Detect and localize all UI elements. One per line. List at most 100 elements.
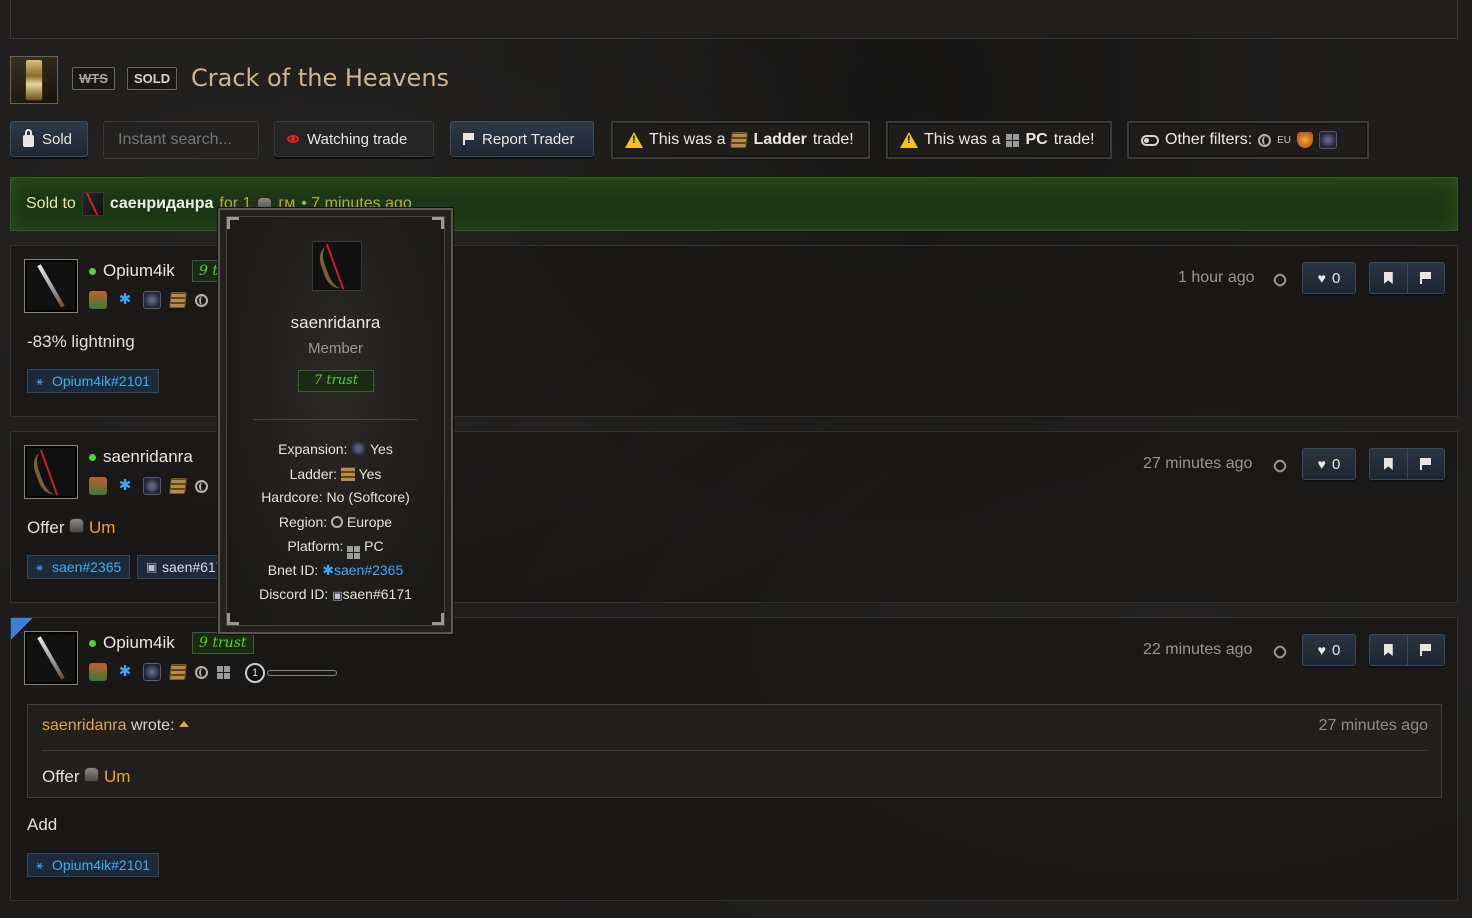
bnet-contact[interactable]: Opium4ik#2101 (27, 853, 160, 877)
post-username[interactable]: Opium4ik (103, 261, 175, 281)
post-tools (1369, 634, 1445, 666)
buyer-name[interactable]: саенриданра (110, 195, 214, 213)
discord-icon: ▣ (332, 590, 343, 602)
report-post-button[interactable] (1408, 635, 1445, 665)
tooltip-corner (432, 613, 444, 625)
globe-icon (195, 665, 208, 679)
ladder-notice-strong: Ladder (753, 131, 807, 148)
post-username[interactable]: Opium4ik (103, 633, 175, 653)
rune-icon (84, 767, 100, 782)
avatar[interactable] (24, 259, 78, 313)
character-icon (89, 477, 107, 495)
eye-icon (287, 135, 299, 143)
bookmark-button[interactable] (1370, 449, 1408, 479)
heart-icon: ♥ (1317, 642, 1326, 658)
tooltip-row-hardcore: Hardcore: No (Softcore) (220, 489, 451, 505)
tooltip-row-value: No (Softcore) (326, 489, 410, 505)
search-input[interactable] (103, 121, 259, 159)
rating-slider-knob[interactable]: 1 (245, 663, 265, 683)
like-button[interactable]: ♥ 0 (1302, 262, 1356, 294)
post-body: Add (27, 815, 58, 834)
report-trader-button[interactable]: Report Trader (450, 121, 594, 157)
other-filters-label: Other filters: (1165, 131, 1253, 148)
expansion-icon (143, 663, 161, 681)
battlenet-icon: ✱ (322, 562, 334, 578)
tooltip-row-expansion: Expansion: Yes (220, 441, 451, 457)
avatar[interactable] (24, 631, 78, 685)
like-button[interactable]: ♥ 0 (1302, 634, 1356, 666)
caret-up-icon[interactable] (178, 721, 189, 727)
quote-author[interactable]: saenridanra (42, 717, 127, 734)
like-count: 0 (1331, 641, 1341, 659)
bookmark-button[interactable] (1370, 635, 1408, 665)
online-indicator (89, 640, 96, 647)
post-body: -83% lightning (27, 332, 135, 351)
battlenet-icon: ✱ (118, 663, 132, 680)
like-count: 0 (1331, 269, 1341, 287)
pc-notice-post: trade! (1053, 131, 1095, 148)
ladder-icon (730, 132, 749, 148)
quote-block: saenridanra wrote: 27 minutes ago Offer … (27, 704, 1442, 798)
offer-item[interactable]: Um (89, 518, 115, 537)
link-icon[interactable] (1271, 271, 1289, 289)
report-post-button[interactable] (1408, 449, 1445, 479)
like-button[interactable]: ♥ 0 (1302, 448, 1356, 480)
tooltip-divider (254, 419, 417, 420)
user-badges: ✱ (89, 663, 230, 681)
tooltip-corner (227, 613, 239, 625)
sold-button[interactable]: Sold (10, 121, 88, 157)
ladder-icon (169, 292, 187, 308)
tooltip-row-label: Region: (278, 514, 328, 530)
battlenet-icon: ✱ (118, 477, 132, 494)
quote-divider (42, 750, 1427, 751)
watching-trade-button[interactable]: Watching trade (274, 121, 434, 157)
bnet-contact[interactable]: Opium4ik#2101 (27, 369, 160, 393)
post-username[interactable]: saenridanra (103, 447, 193, 467)
avatar[interactable] (24, 445, 78, 499)
flag-icon (1420, 644, 1432, 656)
pc-notice: This was a PC trade! (886, 121, 1112, 159)
bookmark-button[interactable] (1370, 263, 1408, 293)
item-thumbnail (10, 56, 58, 104)
tooltip-row-value: Europe (346, 514, 393, 530)
rating-slider[interactable] (267, 670, 337, 676)
post-tools (1369, 448, 1445, 480)
quote-header: saenridanra wrote: (42, 717, 189, 735)
post-tools (1369, 262, 1445, 294)
post-time: 27 minutes ago (1143, 455, 1253, 472)
ladder-notice-pre: This was a (649, 131, 726, 148)
tooltip-row-value: Yes (358, 466, 382, 482)
character-icon (89, 663, 107, 681)
heart-icon: ♥ (1317, 456, 1326, 472)
tooltip-trust-badge: 7 trust (298, 370, 374, 392)
globe-icon (1258, 133, 1272, 147)
tooltip-bnet-link[interactable]: saen#2365 (334, 562, 403, 578)
tooltip-row-region: Region: Europe (220, 514, 451, 530)
bnet-contact[interactable]: saen#2365 (27, 555, 131, 579)
sold-tag: SOLD (127, 67, 178, 90)
rune-icon (69, 518, 85, 533)
globe-icon (331, 516, 344, 528)
expansion-icon (143, 477, 161, 495)
globe-icon (195, 479, 208, 493)
tooltip-row-label: Discord ID: (259, 586, 329, 602)
globe-icon (195, 293, 208, 307)
other-filters-button[interactable]: Other filters: EU (1127, 121, 1369, 159)
windows-icon (1006, 133, 1020, 147)
tooltip-corner (432, 217, 444, 229)
flag-icon (1420, 272, 1432, 284)
quote-offer-item[interactable]: Um (104, 767, 130, 786)
user-badges: ✱ (89, 291, 208, 309)
tooltip-row-value: Yes (369, 441, 393, 457)
bookmark-icon (1383, 272, 1393, 284)
region-label: EU (1277, 134, 1292, 146)
buyer-avatar[interactable] (81, 192, 104, 216)
tooltip-row-platform: Platform: PC (220, 538, 451, 559)
link-icon[interactable] (1271, 457, 1289, 475)
link-icon[interactable] (1271, 643, 1289, 661)
watching-trade-label: Watching trade (307, 130, 408, 148)
report-post-button[interactable] (1408, 263, 1445, 293)
warning-icon (625, 132, 643, 148)
trust-badge[interactable]: 9 trust (192, 632, 254, 654)
sold-button-label: Sold (42, 130, 73, 148)
